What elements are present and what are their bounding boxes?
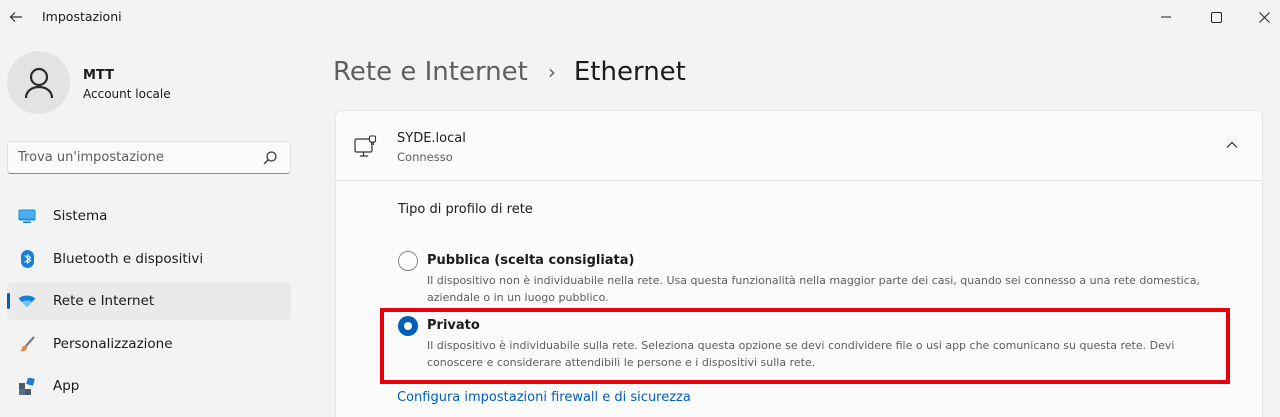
title-bar: Impostazioni: [0, 0, 1280, 34]
active-indicator: [7, 293, 10, 309]
sidebar-item-label: Bluetooth e dispositivi: [53, 250, 204, 267]
breadcrumb: Rete e Internet › Ethernet: [333, 52, 686, 92]
minimize-icon: [1161, 16, 1171, 18]
bluetooth-icon: [18, 249, 36, 268]
network-card-header[interactable]: SYDE.local Connesso: [335, 110, 1263, 181]
radio-pubblica[interactable]: [398, 251, 418, 271]
breadcrumb-separator: ›: [547, 60, 556, 84]
account-type: Account locale: [83, 87, 171, 101]
profile-type-label: Tipo di profilo di rete: [398, 202, 533, 217]
app-title: Impostazioni: [42, 9, 122, 24]
sidebar-item-label: Sistema: [53, 208, 108, 224]
sidebar-item-personalizzazione[interactable]: Personalizzazione: [7, 325, 291, 363]
network-name: SYDE.local: [397, 131, 466, 146]
avatar: [7, 51, 70, 114]
minimize-button[interactable]: [1140, 0, 1192, 34]
maximize-button[interactable]: [1190, 0, 1242, 34]
wifi-icon: [18, 293, 36, 309]
network-status: Connesso: [397, 150, 453, 164]
sidebar-item-sistema[interactable]: Sistema: [7, 197, 291, 235]
sidebar-item-rete-internet[interactable]: Rete e Internet: [7, 282, 291, 320]
sidebar-nav: Sistema Bluetooth e dispositivi Rete e I…: [7, 197, 291, 410]
sidebar-item-bluetooth[interactable]: Bluetooth e dispositivi: [7, 240, 291, 278]
sidebar-item-label: Personalizzazione: [53, 335, 173, 352]
close-icon: [1258, 11, 1270, 23]
page-title: Ethernet: [573, 57, 686, 87]
highlight-box: [380, 308, 1230, 384]
search-box[interactable]: [7, 141, 291, 174]
close-button[interactable]: [1238, 0, 1280, 34]
brush-icon: [18, 335, 36, 352]
sidebar-item-app[interactable]: App: [7, 367, 291, 405]
search-input[interactable]: [8, 142, 258, 173]
option-description-pubblica: Il dispositivo non è individuabile nella…: [427, 274, 1201, 304]
chevron-up-icon[interactable]: [1224, 137, 1240, 153]
breadcrumb-parent[interactable]: Rete e Internet: [333, 57, 528, 87]
apps-icon: [18, 377, 36, 395]
user-icon: [24, 67, 53, 98]
back-button[interactable]: [6, 6, 26, 28]
back-arrow-icon: [9, 12, 22, 22]
ethernet-icon: [354, 135, 377, 157]
monitor-icon: [18, 208, 36, 224]
firewall-settings-link[interactable]: Configura impostazioni firewall e di sic…: [397, 390, 691, 405]
maximize-icon: [1210, 11, 1222, 23]
sidebar-item-label: Rete e Internet: [53, 293, 155, 309]
sidebar-item-label: App: [53, 378, 80, 394]
option-title-pubblica: Pubblica (scelta consigliata): [427, 253, 635, 268]
user-name: MTT: [83, 68, 114, 83]
search-icon[interactable]: [262, 150, 278, 166]
